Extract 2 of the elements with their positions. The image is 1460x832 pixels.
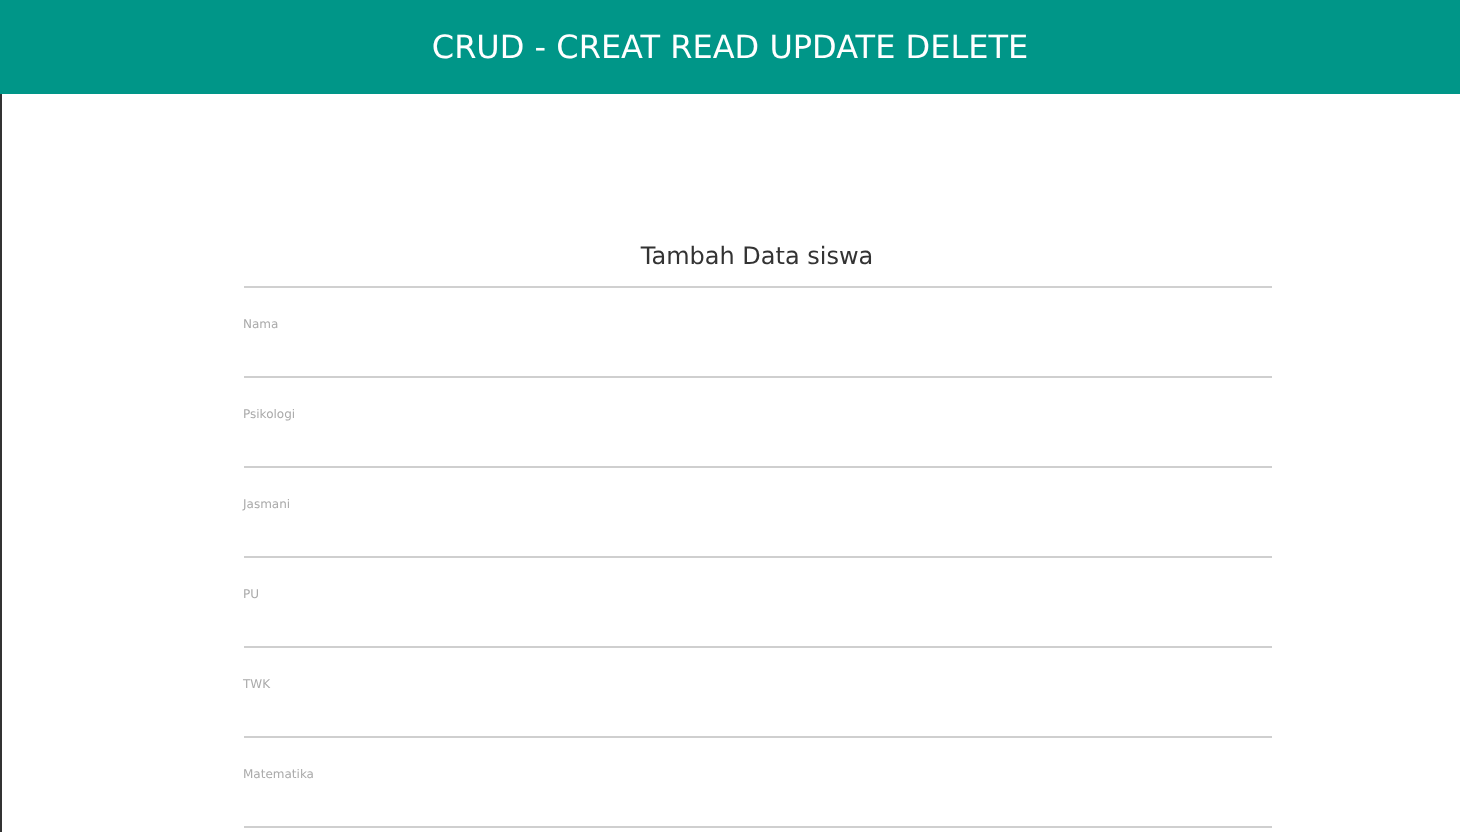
form-title: Tambah Data siswa — [640, 242, 874, 270]
header-title: CRUD - CREAT READ UPDATE DELETE — [431, 25, 1029, 69]
